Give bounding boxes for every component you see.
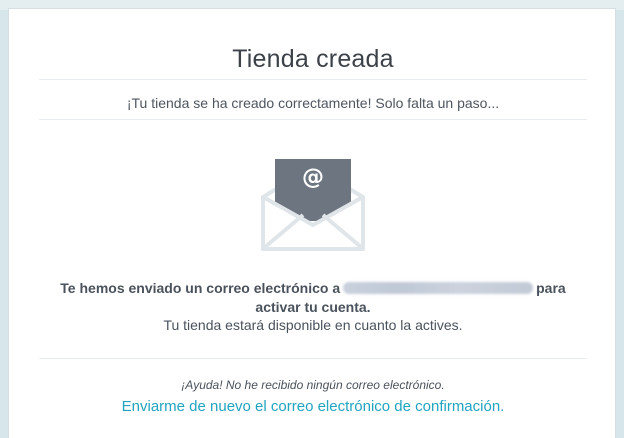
envelope-at-icon: @ — [259, 157, 367, 252]
dialog-title: Tienda creada — [232, 45, 394, 73]
email-sent-suffix: para — [536, 280, 566, 296]
help-text: ¡Ayuda! No he recibido ningún correo ele… — [181, 378, 445, 392]
success-message: ¡Tu tienda se ha creado correctamente! S… — [126, 95, 500, 111]
divider — [39, 358, 587, 359]
divider — [39, 119, 587, 120]
email-sent-message: Te hemos enviado un correo electrónico a… — [9, 279, 617, 317]
availability-message: Tu tienda estará disponible en cuanto la… — [163, 317, 463, 333]
email-sent-suffix-line2: activar tu cuenta. — [255, 299, 371, 315]
email-sent-prefix: Te hemos enviado un correo electrónico a — [60, 280, 341, 296]
at-sign-symbol: @ — [302, 165, 324, 190]
resend-confirmation-link[interactable]: Enviarme de nuevo el correo electrónico … — [9, 398, 617, 415]
redacted-email-address — [343, 282, 534, 294]
divider — [39, 79, 587, 80]
store-created-dialog: Tienda creada ¡Tu tienda se ha creado co… — [8, 8, 616, 438]
